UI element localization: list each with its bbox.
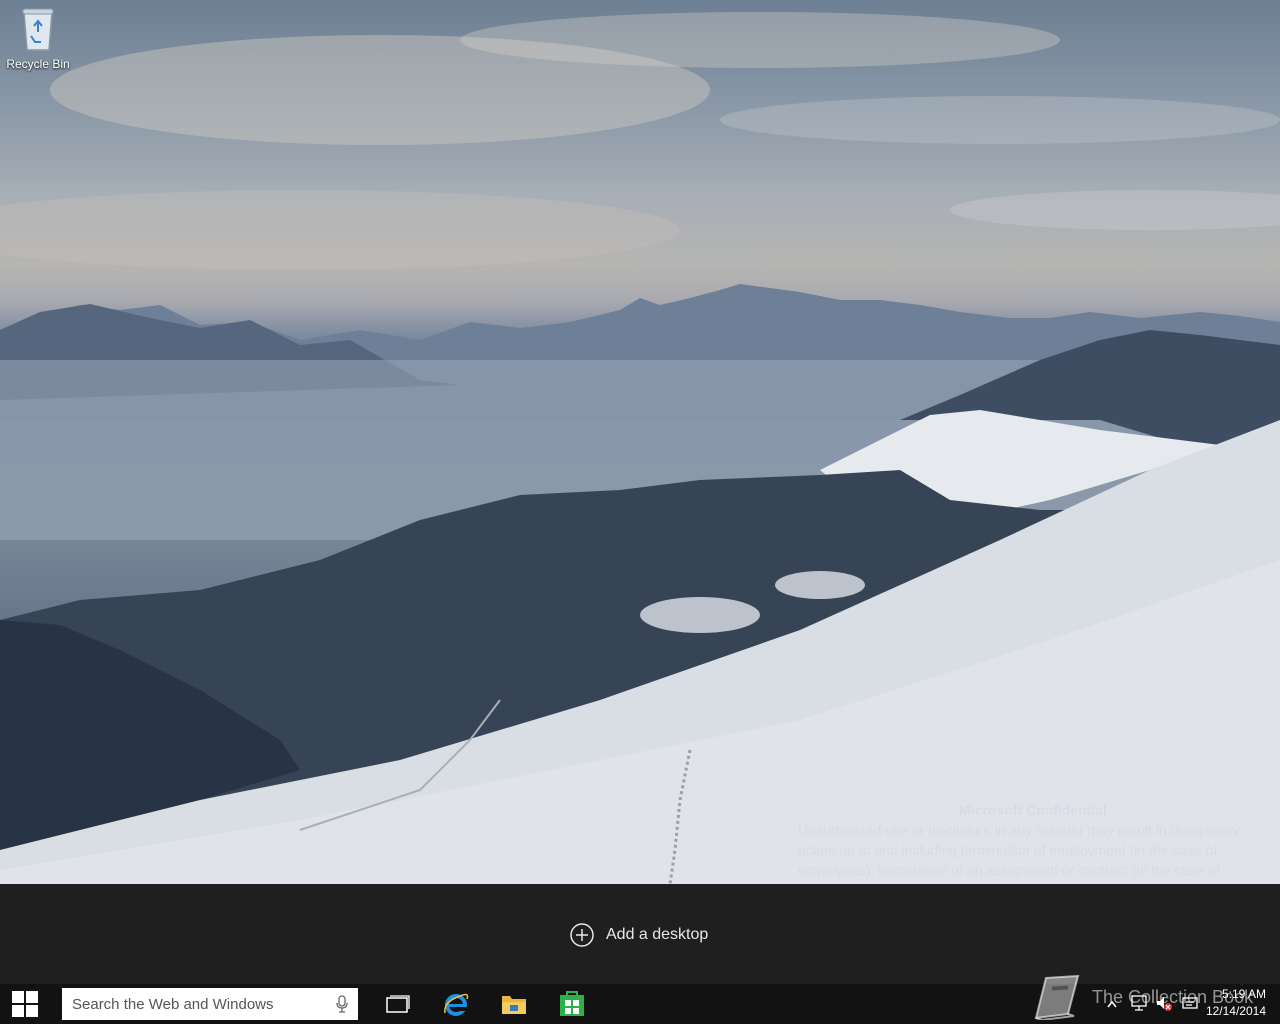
search-input[interactable] [70,994,324,1014]
search-box[interactable] [62,988,358,1020]
file-explorer-button[interactable] [492,984,536,1024]
store-icon [560,991,584,1016]
collection-book-text: The Collection Book [1092,986,1254,1007]
store-button[interactable] [550,984,594,1024]
add-circle-icon [570,923,594,947]
collection-book-watermark: The Collection Book [1032,974,1253,1020]
watermark-body: Unauthorized use or disclosure in any ma… [798,822,1240,878]
add-desktop-label: Add a desktop [606,926,709,943]
start-button[interactable] [0,984,50,1024]
recycle-bin-icon [22,8,54,51]
book-icon [1034,974,1080,1020]
add-desktop-button[interactable]: Add a desktop [570,921,708,949]
microphone-icon[interactable] [336,995,348,1013]
recycle-bin-label: Recycle Bin [6,57,70,71]
watermark-title: Microsoft Confidential [959,802,1107,818]
recycle-bin-shortcut[interactable]: Recycle Bin [4,6,72,71]
internet-explorer-icon [444,993,469,1016]
task-view-button[interactable] [376,984,420,1024]
confidential-watermark: Microsoft Confidential Unauthorized use … [798,800,1268,880]
desktop-wallpaper [0,0,1280,884]
task-view-icon [386,995,410,1013]
internet-explorer-button[interactable] [434,984,478,1024]
windows-logo-icon [12,991,38,1017]
folder-icon [502,996,526,1014]
